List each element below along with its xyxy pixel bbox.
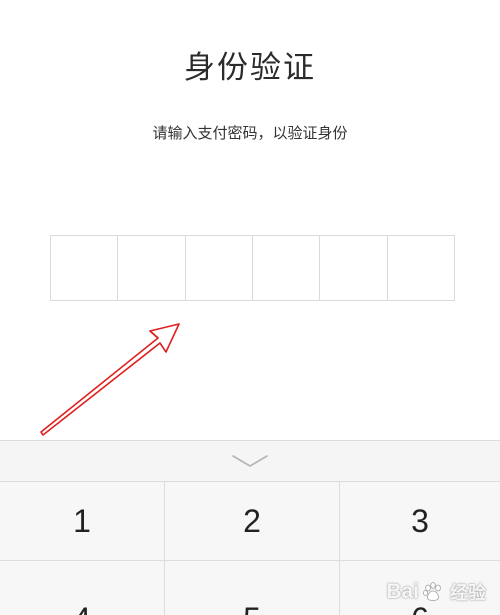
password-digit-box[interactable]: [388, 236, 454, 300]
password-digit-box[interactable]: [320, 236, 388, 300]
keypad-key-1[interactable]: 1: [0, 482, 165, 561]
numeric-keypad: 1 2 3 4 5 6: [0, 440, 500, 615]
keypad-grid: 1 2 3 4 5 6: [0, 482, 500, 615]
password-digit-box[interactable]: [253, 236, 321, 300]
payment-password-page: 身份验证 请输入支付密码，以验证身份 1 2 3 4 5 6 Bai: [0, 0, 500, 615]
keypad-key-2[interactable]: 2: [165, 482, 340, 561]
page-subtitle: 请输入支付密码，以验证身份: [152, 124, 348, 142]
page-title: 身份验证: [184, 50, 316, 86]
keypad-key-6[interactable]: 6: [340, 561, 500, 615]
password-input-boxes[interactable]: [50, 235, 455, 301]
password-digit-box[interactable]: [186, 236, 253, 300]
keypad-key-3[interactable]: 3: [340, 482, 500, 561]
keypad-key-5[interactable]: 5: [165, 561, 340, 615]
password-digit-box[interactable]: [118, 236, 186, 300]
keyboard-collapse-button[interactable]: [0, 441, 500, 482]
chevron-down-icon: [232, 455, 268, 467]
password-digit-box[interactable]: [51, 236, 119, 300]
keypad-key-4[interactable]: 4: [0, 561, 165, 615]
